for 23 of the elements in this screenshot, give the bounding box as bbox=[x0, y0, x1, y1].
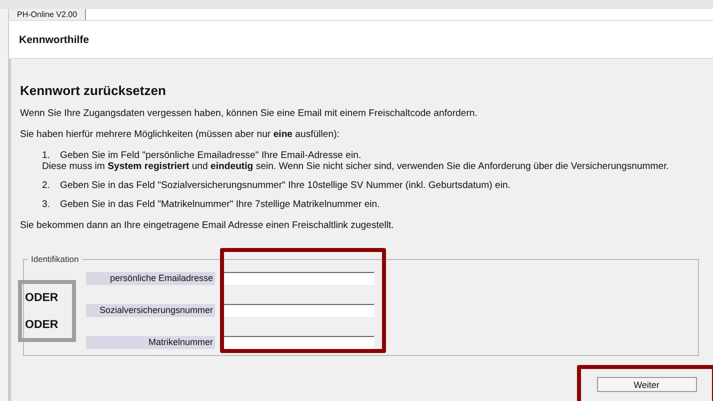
section-heading: Kennwort zurücksetzen bbox=[20, 83, 167, 98]
step-text: Geben Sie im Feld "persönliche Emailadresse" Ihre Email-Adresse ein. bbox=[60, 150, 362, 161]
field-label: Sozialversicherungsnummer bbox=[86, 304, 215, 317]
step-note: Diese muss im System registriert und eindeutig sein. Wenn Sie nicht sicher sind, verwenden Sie die Anforderung über die Versicherungsnummer. bbox=[42, 161, 670, 172]
tab[interactable]: PH-Online V2.00 bbox=[9, 9, 86, 20]
page-title: Kennworthilfe bbox=[19, 34, 89, 46]
field-label: persönliche Emailadresse bbox=[86, 272, 215, 285]
fieldset-legend: Identifikation bbox=[28, 254, 82, 264]
input-field[interactable] bbox=[224, 336, 374, 349]
paragraph: Sie haben hierfür mehrere Möglichkeiten (müssen aber nur eine ausfüllen): bbox=[20, 129, 340, 140]
or-label: ODER bbox=[25, 318, 58, 330]
step-text: Geben Sie in das Feld "Matrikelnummer" Ihre 7stellige Matrikelnummer ein. bbox=[60, 199, 380, 210]
step-number: 2. bbox=[42, 180, 52, 191]
input-field[interactable] bbox=[224, 272, 374, 285]
input-field[interactable] bbox=[224, 304, 374, 317]
next-button[interactable]: Weiter bbox=[596, 377, 696, 392]
step-number: 3. bbox=[42, 199, 52, 210]
paragraph: Sie bekommen dann an Ihre eingetragene Email Adresse einen Freischaltlink zugestellt. bbox=[20, 220, 395, 231]
paragraph: Wenn Sie Ihre Zugangsdaten vergessen haben, können Sie eine Email mit einem Freischaltcode anfordern. bbox=[20, 108, 478, 119]
or-label: ODER bbox=[25, 292, 58, 304]
step-text: Geben Sie in das Feld "Sozialversicherungsnummer" Ihre 10stellige SV Nummer (inkl. Geburtsdatum) ein. bbox=[60, 180, 510, 191]
step-number: 1. bbox=[42, 150, 52, 161]
field-label: Matrikelnummer bbox=[86, 336, 215, 349]
